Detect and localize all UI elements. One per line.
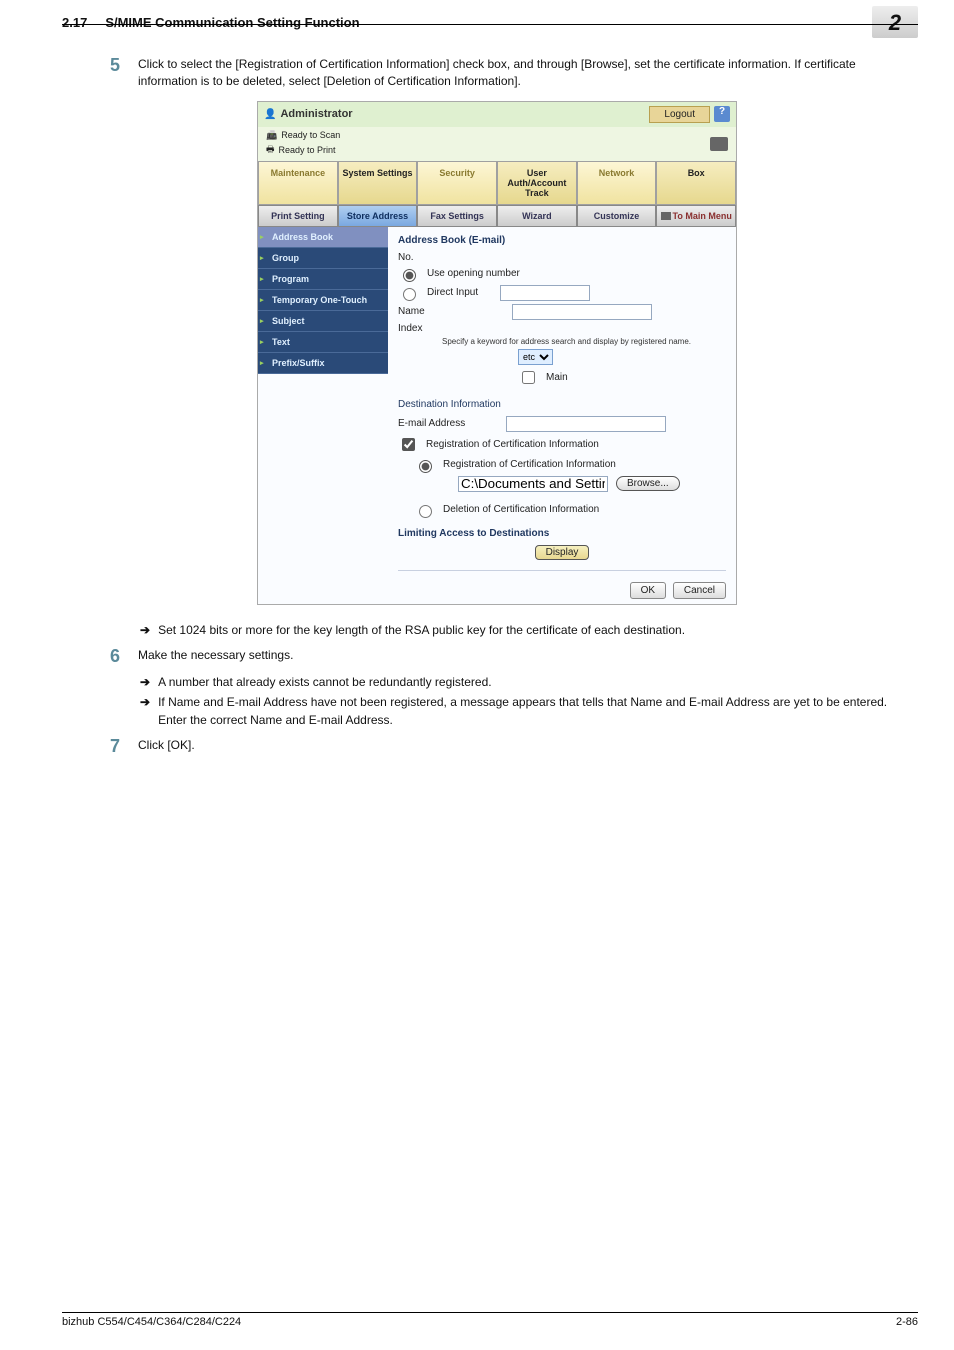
destination-info-heading: Destination Information	[398, 399, 726, 410]
tab-box[interactable]: Box	[656, 161, 736, 205]
side-subject[interactable]: Subject	[258, 311, 388, 332]
side-program[interactable]: Program	[258, 269, 388, 290]
subtab-fax-settings[interactable]: Fax Settings	[417, 205, 497, 227]
help-button[interactable]: ?	[714, 106, 730, 122]
limiting-access-heading: Limiting Access to Destinations	[398, 528, 726, 539]
step-6-text: Make the necessary settings.	[138, 647, 293, 667]
cancel-button[interactable]: Cancel	[673, 582, 726, 599]
tab-maintenance[interactable]: Maintenance	[258, 161, 338, 205]
email-label: E-mail Address	[398, 418, 498, 429]
refresh-icon[interactable]	[710, 137, 728, 151]
registration-cert-radio-label: Registration of Certification Informatio…	[443, 459, 616, 470]
user-icon: 👤	[264, 109, 276, 120]
no-label: No.	[398, 252, 442, 263]
deletion-cert-radio[interactable]	[419, 505, 432, 518]
side-text[interactable]: Text	[258, 332, 388, 353]
subtab-customize[interactable]: Customize	[577, 205, 657, 227]
registration-cert-label: Registration of Certification Informatio…	[426, 439, 599, 450]
browse-button[interactable]: Browse...	[616, 476, 680, 491]
scanner-icon: 📠	[266, 130, 277, 141]
side-temp-one-touch[interactable]: Temporary One-Touch	[258, 290, 388, 311]
index-label: Index	[398, 323, 442, 334]
name-label: Name	[398, 306, 442, 317]
status-scan: Ready to Scan	[281, 130, 340, 140]
sub-tabs: Print Setting Store Address Fax Settings…	[258, 205, 736, 227]
arrow-icon: ➔	[140, 673, 150, 691]
section-title: S/MIME Communication Setting Function	[105, 15, 359, 30]
side-nav: Address Book Group Program Temporary One…	[258, 227, 388, 604]
tab-system-settings[interactable]: System Settings	[338, 161, 418, 205]
subtab-to-main-menu[interactable]: To Main Menu	[656, 205, 736, 227]
registration-cert-radio[interactable]	[419, 460, 432, 473]
app-title: Administrator	[280, 108, 352, 120]
subtab-wizard[interactable]: Wizard	[497, 205, 577, 227]
side-prefix-suffix[interactable]: Prefix/Suffix	[258, 353, 388, 374]
index-select[interactable]: etc	[518, 349, 553, 365]
display-button[interactable]: Display	[535, 545, 590, 560]
arrow-icon: ➔	[140, 623, 150, 637]
side-address-book[interactable]: Address Book	[258, 227, 388, 248]
arrow-icon: ➔	[140, 693, 150, 729]
direct-input-label: Direct Input	[427, 287, 478, 298]
ok-button[interactable]: OK	[630, 582, 666, 599]
use-opening-number-radio[interactable]	[403, 269, 416, 282]
header-rule	[62, 24, 918, 25]
use-opening-number-label: Use opening number	[427, 268, 520, 279]
main-checkbox[interactable]	[522, 371, 535, 384]
registration-cert-checkbox[interactable]	[402, 438, 415, 451]
app-window: 👤 Administrator Logout ? 📠Ready to Scan …	[257, 101, 737, 605]
tab-network[interactable]: Network	[577, 161, 657, 205]
step-5-text: Click to select the [Registration of Cer…	[138, 56, 894, 91]
main-tabs: Maintenance System Settings Security Use…	[258, 161, 736, 205]
deletion-cert-radio-label: Deletion of Certification Information	[443, 504, 599, 515]
step-5-number: 5	[100, 56, 120, 91]
direct-input-radio[interactable]	[403, 288, 416, 301]
subtab-print-setting[interactable]: Print Setting	[258, 205, 338, 227]
status-print: Ready to Print	[279, 145, 336, 155]
step-7-text: Click [OK].	[138, 737, 195, 757]
direct-input-field[interactable]	[500, 285, 590, 301]
step-6-bullet-2: If Name and E-mail Address have not been…	[158, 693, 894, 729]
index-hint: Specify a keyword for address search and…	[442, 337, 726, 346]
tab-user-auth[interactable]: User Auth/Account Track	[497, 161, 577, 205]
chapter-badge: 2	[872, 6, 918, 38]
content-heading: Address Book (E-mail)	[398, 235, 726, 246]
subtab-store-address[interactable]: Store Address	[338, 205, 418, 227]
name-field[interactable]	[512, 304, 652, 320]
step-7-number: 7	[100, 737, 120, 757]
keylength-note: Set 1024 bits or more for the key length…	[158, 623, 685, 637]
step-6-number: 6	[100, 647, 120, 667]
logout-button[interactable]: Logout	[649, 106, 710, 123]
footer-model: bizhub C554/C454/C364/C284/C224	[62, 1316, 241, 1328]
footer-page: 2-86	[896, 1316, 918, 1328]
email-field[interactable]	[506, 416, 666, 432]
printer-icon: 🖶	[266, 142, 275, 158]
main-label: Main	[546, 372, 568, 383]
tab-security[interactable]: Security	[417, 161, 497, 205]
section-number: 2.17	[62, 15, 87, 30]
file-path-field[interactable]	[458, 476, 608, 492]
side-group[interactable]: Group	[258, 248, 388, 269]
step-6-bullet-1: A number that already exists cannot be r…	[158, 673, 492, 691]
home-icon	[661, 212, 671, 220]
